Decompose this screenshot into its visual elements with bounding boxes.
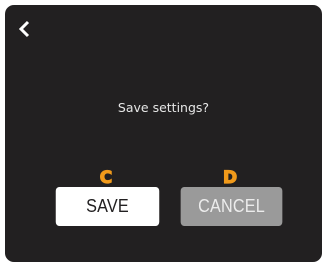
save-button[interactable]: SAVE <box>55 187 160 226</box>
device-screen: Save settings? C D SAVE CANCEL <box>0 0 327 267</box>
dialog-message: Save settings? <box>117 100 210 115</box>
save-hint-key-label: C <box>100 168 112 188</box>
cancel-hint-key-badge: D <box>219 167 241 188</box>
save-hint-key-badge: C <box>95 167 117 188</box>
cancel-hint-key-label: D <box>223 168 237 188</box>
back-button[interactable] <box>13 17 37 41</box>
cancel-button[interactable]: CANCEL <box>180 187 283 226</box>
chevron-left-icon <box>18 20 30 38</box>
